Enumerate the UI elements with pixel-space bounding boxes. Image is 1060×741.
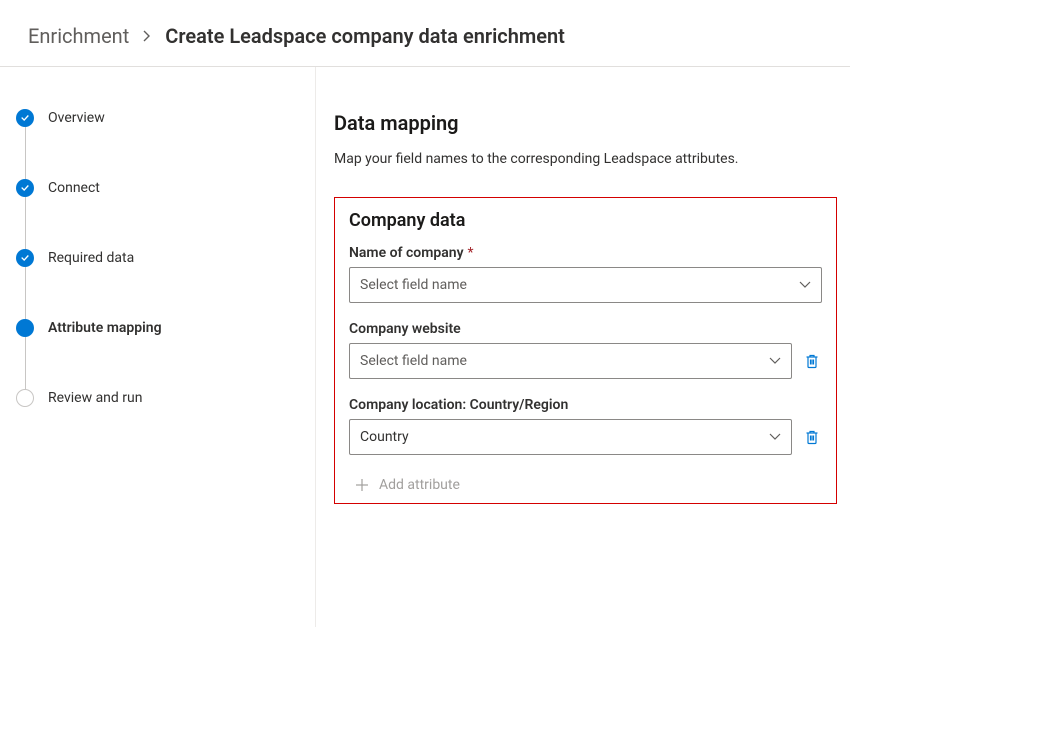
page-subtitle: Map your field names to the correspondin… xyxy=(334,151,1060,167)
select-value: Country xyxy=(360,429,769,445)
check-icon xyxy=(16,179,34,197)
main-content: Data mapping Map your field names to the… xyxy=(316,67,1060,627)
step-attribute-mapping[interactable]: Attribute mapping xyxy=(16,319,295,337)
plus-icon xyxy=(355,478,369,492)
current-step-icon xyxy=(16,319,34,337)
company-location-select[interactable]: Country xyxy=(349,419,792,455)
trash-icon xyxy=(804,429,820,445)
step-label: Review and run xyxy=(48,390,142,406)
company-data-panel: Company data Name of company* Select fie… xyxy=(334,197,837,504)
check-icon xyxy=(16,249,34,267)
step-overview[interactable]: Overview xyxy=(16,109,295,127)
chevron-down-icon xyxy=(799,279,811,291)
chevron-down-icon xyxy=(769,431,781,443)
chevron-right-icon xyxy=(141,30,153,42)
add-attribute-label: Add attribute xyxy=(379,477,460,493)
add-attribute-button[interactable]: Add attribute xyxy=(345,473,826,493)
step-label: Attribute mapping xyxy=(48,320,162,336)
delete-location-field-button[interactable] xyxy=(802,427,822,447)
check-icon xyxy=(16,109,34,127)
step-connect[interactable]: Connect xyxy=(16,179,295,197)
field-label: Company location: Country/Region xyxy=(349,397,822,413)
field-company-website: Company website Select field name xyxy=(345,321,826,379)
step-required-data[interactable]: Required data xyxy=(16,249,295,267)
breadcrumb: Enrichment Create Leadspace company data… xyxy=(0,0,1060,66)
step-connector xyxy=(25,197,26,251)
step-connector xyxy=(25,337,26,391)
company-website-select[interactable]: Select field name xyxy=(349,343,792,379)
step-label: Overview xyxy=(48,110,105,126)
required-indicator: * xyxy=(468,245,474,261)
select-placeholder: Select field name xyxy=(360,277,799,293)
field-label: Name of company* xyxy=(349,245,822,261)
field-company-name: Name of company* Select field name xyxy=(345,245,826,303)
step-label: Required data xyxy=(48,250,134,266)
upcoming-step-icon xyxy=(16,389,34,407)
field-label: Company website xyxy=(349,321,822,337)
field-company-location: Company location: Country/Region Country xyxy=(345,397,826,455)
delete-website-field-button[interactable] xyxy=(802,351,822,371)
step-review-run[interactable]: Review and run xyxy=(16,389,295,407)
breadcrumb-parent[interactable]: Enrichment xyxy=(28,24,129,48)
step-connector xyxy=(25,267,26,321)
page-title: Data mapping xyxy=(334,111,1060,135)
step-label: Connect xyxy=(48,180,100,196)
wizard-stepper: Overview Connect Required data Attribute xyxy=(0,67,316,627)
chevron-down-icon xyxy=(769,355,781,367)
step-connector xyxy=(25,127,26,181)
select-placeholder: Select field name xyxy=(360,353,769,369)
breadcrumb-current: Create Leadspace company data enrichment xyxy=(165,24,565,48)
trash-icon xyxy=(804,353,820,369)
panel-heading: Company data xyxy=(349,210,826,231)
company-name-select[interactable]: Select field name xyxy=(349,267,822,303)
